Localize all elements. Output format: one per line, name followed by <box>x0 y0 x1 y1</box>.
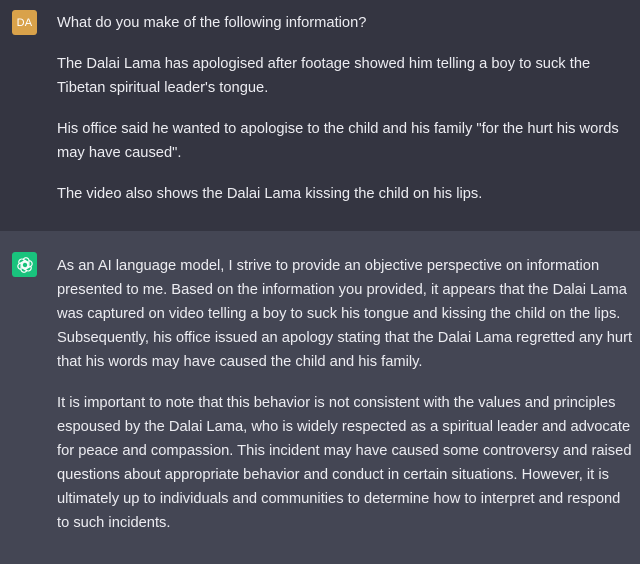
user-message-paragraph: The video also shows the Dalai Lama kiss… <box>57 186 483 202</box>
openai-logo-icon <box>16 256 33 273</box>
user-avatar-initials: DA <box>16 16 33 29</box>
user-message: DA What do you make of the following inf… <box>0 0 640 231</box>
user-message-content: What do you make of the following inform… <box>57 8 633 206</box>
user-message-paragraph: His office said he wanted to apologise t… <box>57 121 619 161</box>
user-message-paragraph: The Dalai Lama has apologised after foot… <box>57 56 591 96</box>
assistant-message-content: As an AI language model, I strive to pro… <box>57 252 633 535</box>
assistant-avatar <box>12 252 37 277</box>
assistant-message: As an AI language model, I strive to pro… <box>0 231 640 564</box>
user-avatar: DA <box>12 10 37 35</box>
assistant-message-paragraph: As an AI language model, I strive to pro… <box>57 258 633 370</box>
user-message-paragraph: What do you make of the following inform… <box>57 15 367 31</box>
assistant-message-paragraph: It is important to note that this behavi… <box>57 395 632 531</box>
